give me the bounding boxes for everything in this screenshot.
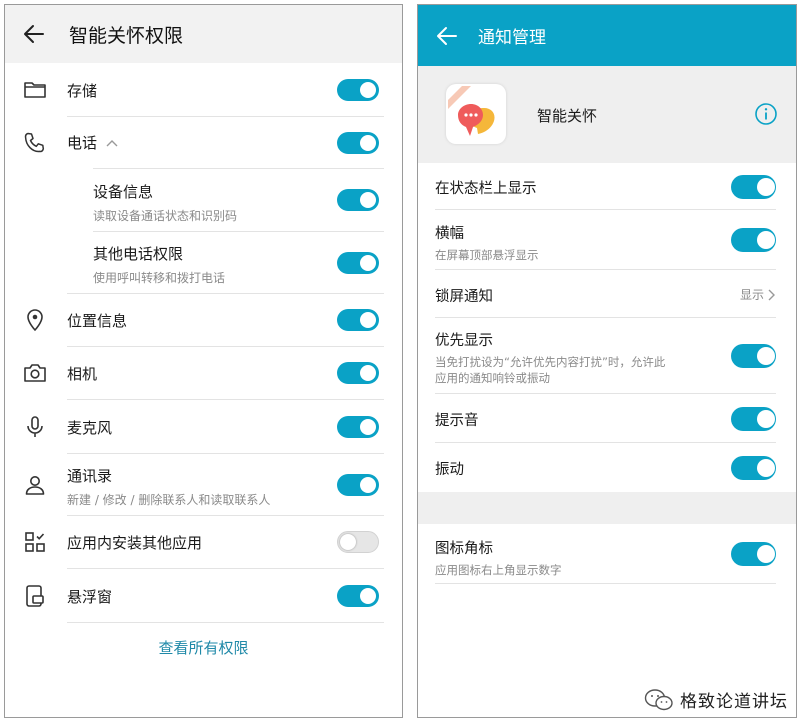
permission-label: 麦克风 — [67, 419, 113, 437]
notif-row-sound[interactable]: 提示音 — [418, 394, 796, 443]
storage-toggle[interactable] — [337, 79, 379, 101]
permission-row-other-phone[interactable]: 其他电话权限 使用呼叫转移和拨打电话 — [5, 232, 402, 294]
banner-toggle[interactable] — [731, 228, 776, 252]
floating-window-icon — [26, 585, 44, 607]
notif-row-vibrate[interactable]: 振动 — [418, 443, 796, 492]
section-divider — [418, 492, 796, 524]
microphone-toggle[interactable] — [337, 416, 379, 438]
camera-icon — [24, 364, 46, 382]
install-apps-toggle[interactable] — [337, 531, 379, 553]
permission-desc: 读取设备通话状态和识别码 — [93, 209, 238, 223]
back-arrow-icon[interactable] — [23, 23, 45, 45]
person-icon — [25, 476, 45, 495]
notif-label: 图标角标 — [435, 541, 493, 557]
info-icon[interactable] — [754, 102, 778, 126]
notif-desc: 在屏幕顶部悬浮显示 — [435, 248, 539, 262]
permission-label: 悬浮窗 — [67, 588, 113, 606]
chevron-up-icon[interactable] — [105, 136, 119, 150]
notif-label: 横幅 — [435, 226, 464, 242]
back-arrow-icon[interactable] — [436, 25, 458, 47]
app-logo-icon — [446, 84, 506, 144]
phone-icon — [24, 132, 45, 153]
notif-label: 在状态栏上显示 — [435, 181, 537, 197]
notif-row-lock-screen[interactable]: 锁屏通知 显示 — [418, 270, 796, 318]
vibrate-toggle[interactable] — [731, 456, 776, 480]
permission-label: 应用内安装其他应用 — [67, 534, 203, 552]
notification-header: 通知管理 — [418, 5, 796, 66]
camera-toggle[interactable] — [337, 362, 379, 384]
notif-row-status-bar[interactable]: 在状态栏上显示 — [418, 163, 796, 210]
permission-row-device-info[interactable]: 设备信息 读取设备通话状态和识别码 — [5, 169, 402, 232]
contacts-toggle[interactable] — [337, 474, 379, 496]
permission-label: 其他电话权限 — [93, 245, 184, 263]
phone-toggle[interactable] — [337, 132, 379, 154]
floating-window-toggle[interactable] — [337, 585, 379, 607]
watermark-text: 格致论道讲坛 — [680, 692, 788, 712]
location-toggle[interactable] — [337, 309, 379, 331]
location-pin-icon — [27, 309, 43, 332]
notif-label: 提示音 — [435, 413, 479, 429]
sound-toggle[interactable] — [731, 407, 776, 431]
page-title: 智能关怀权限 — [69, 24, 184, 47]
wechat-icon — [644, 688, 673, 710]
lock-screen-value: 显示 — [739, 288, 764, 302]
notif-label: 锁屏通知 — [435, 289, 493, 305]
status-bar-toggle[interactable] — [731, 175, 776, 199]
notif-desc: 当免打扰设为“允许优先内容打扰”时，允许此 应用的通知响铃或振动 — [435, 355, 666, 385]
permission-label: 设备信息 — [93, 183, 154, 201]
app-grid-icon — [25, 532, 45, 552]
notif-row-badge[interactable]: 图标角标 应用图标右上角显示数字 — [418, 524, 796, 584]
priority-toggle[interactable] — [731, 344, 776, 368]
app-info-header: 智能关怀 — [418, 66, 796, 163]
permission-row-floating-window[interactable]: 悬浮窗 — [5, 569, 402, 623]
permission-label: 通讯录 — [67, 467, 113, 485]
permission-row-phone[interactable]: 电话 — [5, 117, 402, 169]
other-phone-toggle[interactable] — [337, 252, 379, 274]
view-all-permissions-link[interactable]: 查看所有权限 — [5, 637, 402, 658]
permission-label: 相机 — [67, 365, 98, 383]
notif-label: 优先显示 — [435, 333, 493, 349]
device-info-toggle[interactable] — [337, 189, 379, 211]
permission-row-camera[interactable]: 相机 — [5, 347, 402, 400]
permission-row-microphone[interactable]: 麦克风 — [5, 400, 402, 454]
microphone-icon — [27, 416, 43, 437]
badge-toggle[interactable] — [731, 542, 776, 566]
folder-icon — [24, 82, 46, 98]
notif-label: 振动 — [435, 462, 464, 478]
app-name: 智能关怀 — [537, 107, 598, 125]
notif-row-banner[interactable]: 横幅 在屏幕顶部悬浮显示 — [418, 210, 796, 270]
permission-desc: 使用呼叫转移和拨打电话 — [93, 271, 226, 285]
notif-row-priority[interactable]: 优先显示 当免打扰设为“允许优先内容打扰”时，允许此 应用的通知响铃或振动 — [418, 318, 796, 394]
permission-row-install-apps[interactable]: 应用内安装其他应用 — [5, 516, 402, 569]
chevron-right-icon — [768, 289, 775, 300]
permission-label: 位置信息 — [67, 312, 128, 330]
permissions-panel: 智能关怀权限 存储 电话 设备信息 读取设备通话状态和识别码 其他电话权限 使用… — [4, 4, 403, 718]
permission-row-contacts[interactable]: 通讯录 新建 / 修改 / 删除联系人和读取联系人 — [5, 454, 402, 516]
permission-label: 存储 — [67, 82, 98, 100]
permission-row-location[interactable]: 位置信息 — [5, 294, 402, 347]
permission-row-storage[interactable]: 存储 — [5, 63, 402, 117]
permission-label: 电话 — [67, 134, 98, 152]
page-title: 通知管理 — [478, 28, 546, 48]
notif-desc: 应用图标右上角显示数字 — [435, 563, 562, 577]
watermark: 格致论道讲坛 — [644, 687, 788, 712]
notification-panel: 通知管理 智能关怀 在状态栏上显示 横幅 在屏幕顶部悬浮显示 锁屏通知 显示 优… — [417, 4, 797, 718]
permission-desc: 新建 / 修改 / 删除联系人和读取联系人 — [67, 493, 271, 507]
permissions-header: 智能关怀权限 — [5, 5, 402, 63]
